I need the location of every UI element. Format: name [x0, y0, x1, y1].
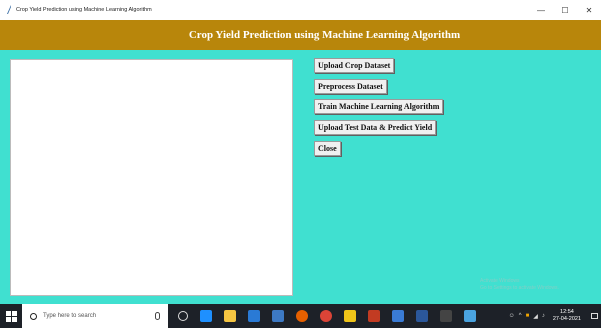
upload-crop-dataset-button[interactable]: Upload Crop Dataset: [314, 58, 395, 73]
terminal-icon[interactable]: [440, 310, 452, 322]
taskbar-pinned-apps: [172, 310, 482, 322]
network-icon[interactable]: ◢: [533, 313, 538, 320]
watermark-line2: Go to Settings to activate Windows.: [480, 285, 559, 291]
taskbar-search-box[interactable]: Type here to search: [22, 304, 168, 328]
close-window-button[interactable]: ✕: [577, 0, 601, 20]
window-title: Crop Yield Prediction using Machine Lear…: [16, 7, 152, 13]
maximize-button[interactable]: ☐: [553, 0, 577, 20]
task-view-icon[interactable]: [178, 311, 188, 321]
preprocess-dataset-button[interactable]: Preprocess Dataset: [314, 79, 387, 94]
notepad-icon[interactable]: [344, 310, 356, 322]
paint-icon[interactable]: [368, 310, 380, 322]
settings-icon[interactable]: [392, 310, 404, 322]
clock-time: 12:54: [560, 309, 574, 315]
clock-date: 27-04-2021: [552, 316, 581, 322]
output-textarea[interactable]: [10, 59, 293, 296]
app-icon[interactable]: [464, 310, 476, 322]
start-button[interactable]: [0, 304, 22, 328]
python-icon[interactable]: [272, 310, 284, 322]
window-title-bar: Crop Yield Prediction using Machine Lear…: [0, 0, 601, 20]
word-icon[interactable]: [416, 310, 428, 322]
header-banner: Crop Yield Prediction using Machine Lear…: [0, 20, 601, 50]
firefox-icon[interactable]: [296, 310, 308, 322]
people-icon[interactable]: ☺: [509, 313, 515, 319]
search-placeholder: Type here to search: [43, 313, 97, 319]
microphone-icon[interactable]: [155, 312, 160, 320]
watermark-line1: Activate Windows: [480, 278, 520, 284]
clock[interactable]: 12:54 27-04-2021: [553, 309, 581, 323]
notification-icon[interactable]: [587, 304, 601, 328]
close-button[interactable]: Close: [314, 141, 341, 156]
page-title: Crop Yield Prediction using Machine Lear…: [188, 29, 461, 41]
file-explorer-icon[interactable]: [224, 310, 236, 322]
battery-icon[interactable]: ■: [526, 313, 530, 319]
volume-icon[interactable]: ♪: [542, 313, 545, 319]
system-tray: ☺ ^ ■ ◢ ♪ 12:54 27-04-2021: [507, 304, 601, 328]
activate-windows-watermark: Activate Windows Go to Settings to activ…: [480, 278, 559, 292]
cortana-circle-icon: [30, 312, 37, 320]
feather-icon: [6, 5, 12, 15]
upload-test-data-button[interactable]: Upload Test Data & Predict Yield: [314, 120, 437, 135]
chrome-icon[interactable]: [320, 310, 332, 322]
mail-icon[interactable]: [200, 310, 212, 322]
chevron-up-icon[interactable]: ^: [519, 313, 522, 319]
train-ml-algorithm-button[interactable]: Train Machine Learning Algorithm: [314, 99, 444, 114]
edge-icon[interactable]: [248, 310, 260, 322]
windows-logo-icon: [5, 310, 17, 322]
minimize-button[interactable]: —: [529, 0, 553, 20]
